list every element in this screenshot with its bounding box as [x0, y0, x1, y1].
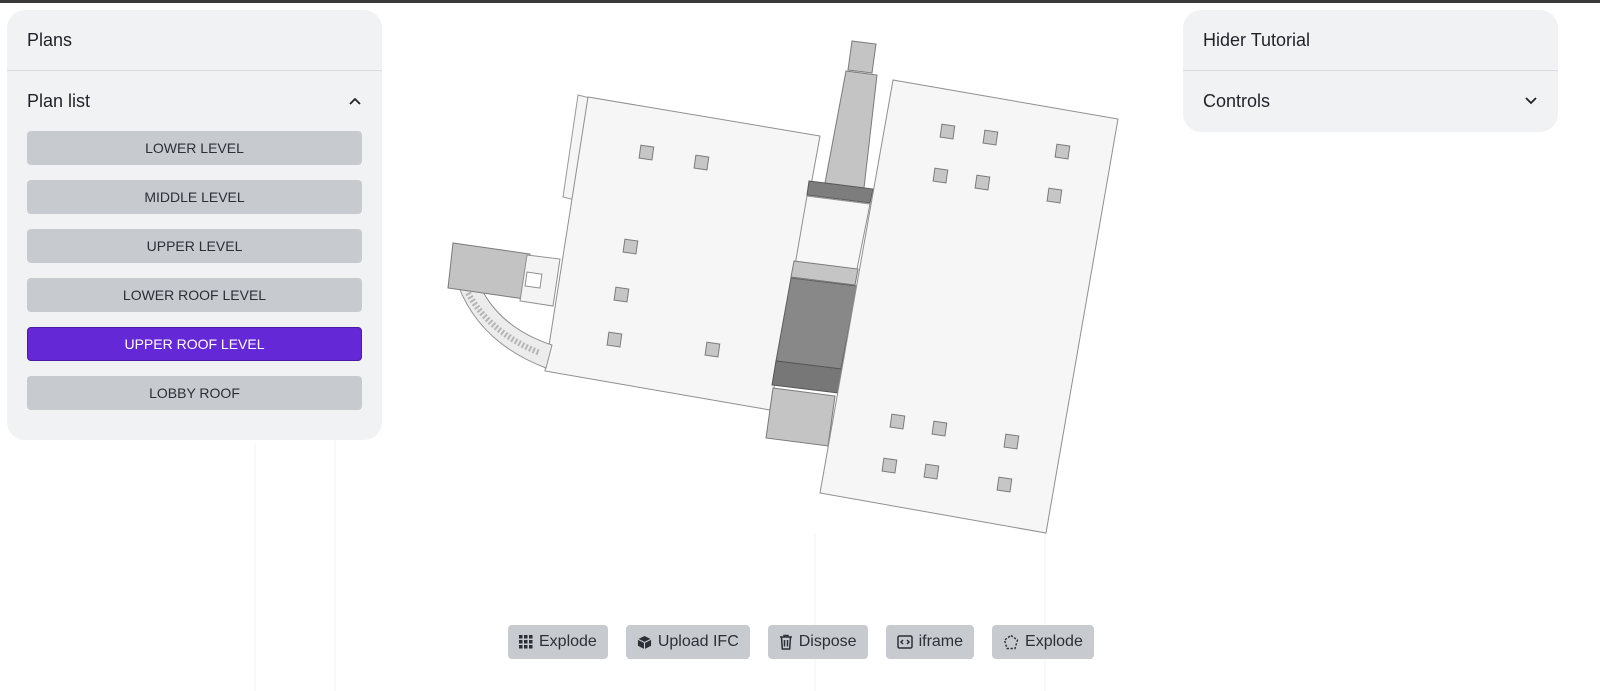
plan-list: LOWER LEVEL MIDDLE LEVEL UPPER LEVEL LOW…: [7, 131, 382, 430]
upload-ifc-button[interactable]: Upload IFC: [625, 625, 750, 659]
chevron-up-icon: [348, 94, 362, 108]
dashed-polygon-icon: [1003, 634, 1019, 650]
dispose-button[interactable]: Dispose: [767, 625, 868, 659]
iframe-button-label: iframe: [918, 633, 964, 650]
hider-tutorial-panel: Hider Tutorial Controls: [1183, 10, 1558, 132]
dispose-button-label: Dispose: [798, 633, 857, 650]
plan-list-toggle[interactable]: Plan list: [7, 71, 382, 131]
bottom-toolbar: Explode Upload IFC Dispose iframe Explod…: [508, 625, 1094, 661]
grid-icon: [519, 635, 533, 649]
plan-button-lower-roof-level[interactable]: LOWER ROOF LEVEL: [27, 278, 362, 312]
explode-button-label: Explode: [539, 633, 597, 650]
plans-panel: Plans Plan list LOWER LEVEL MIDDLE LEVEL…: [7, 10, 382, 440]
plan-button-upper-roof-level[interactable]: UPPER ROOF LEVEL: [27, 327, 362, 361]
upload-ifc-button-label: Upload IFC: [657, 633, 739, 650]
plan-list-label: Plan list: [27, 90, 91, 111]
explode-polygon-button[interactable]: Explode: [992, 625, 1094, 659]
plans-panel-title: Plans: [7, 10, 382, 71]
controls-label: Controls: [1203, 90, 1271, 111]
explode-polygon-button-label: Explode: [1025, 633, 1083, 650]
plan-button-lower-level[interactable]: LOWER LEVEL: [27, 131, 362, 165]
plan-button-upper-level[interactable]: UPPER LEVEL: [27, 229, 362, 263]
explode-button[interactable]: Explode: [508, 625, 608, 659]
chevron-down-icon: [1524, 94, 1538, 108]
iframe-button[interactable]: iframe: [885, 625, 975, 659]
cube-icon: [637, 635, 652, 650]
code-frame-icon: [896, 635, 913, 649]
hider-tutorial-title: Hider Tutorial: [1183, 10, 1558, 71]
plan-button-middle-level[interactable]: MIDDLE LEVEL: [27, 180, 362, 214]
plan-button-lobby-roof[interactable]: LOBBY ROOF: [27, 376, 362, 410]
controls-toggle[interactable]: Controls: [1183, 71, 1558, 131]
trash-icon: [779, 634, 793, 650]
